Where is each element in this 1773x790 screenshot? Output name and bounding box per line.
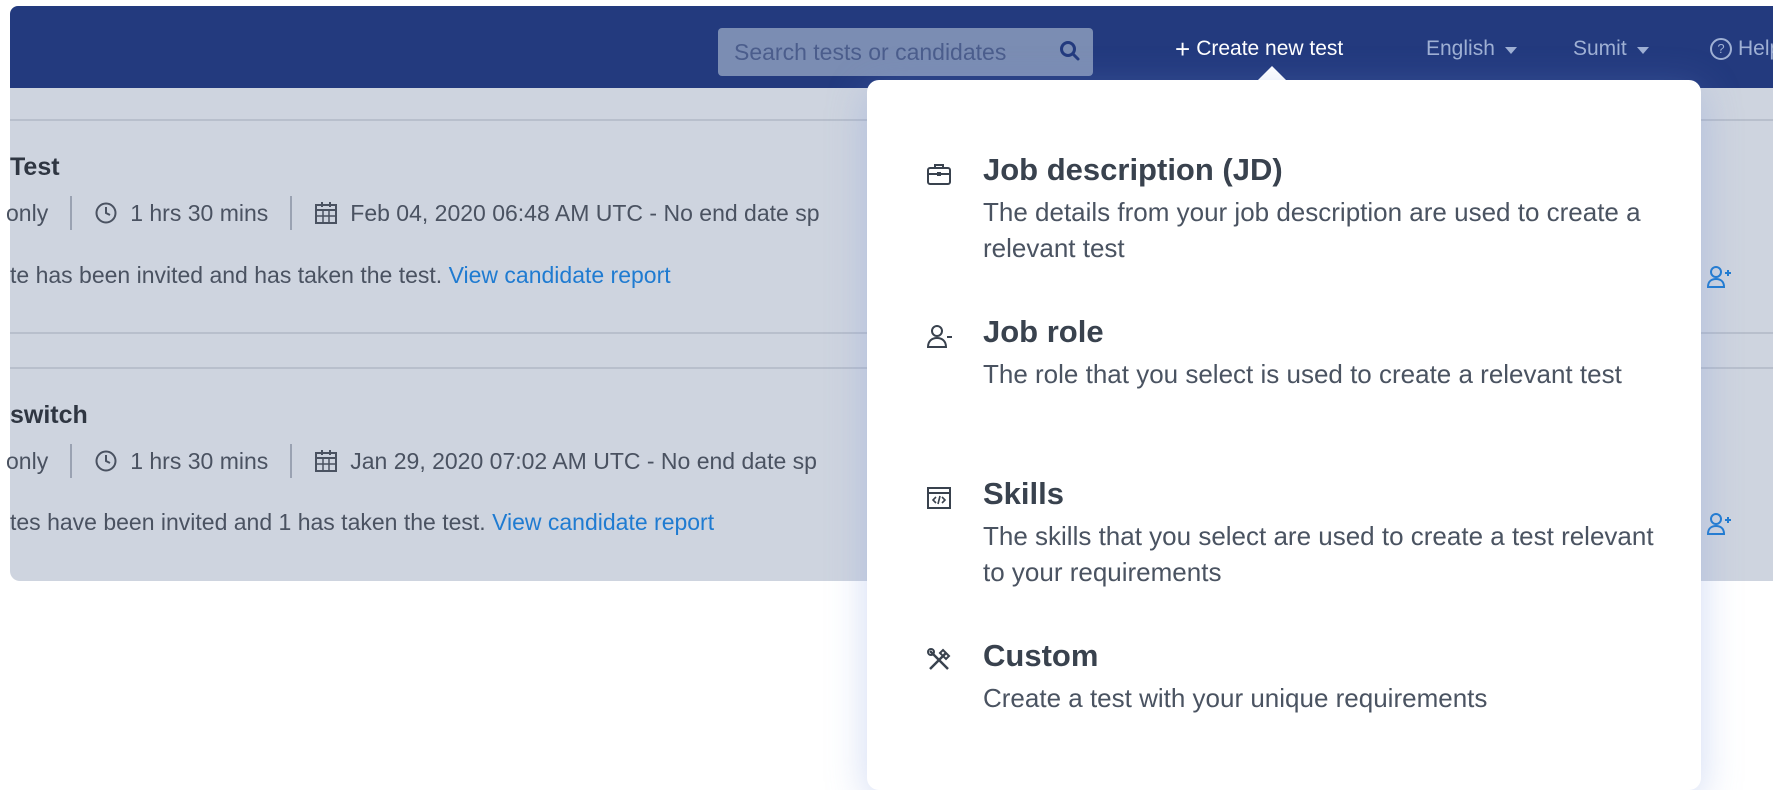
clock-icon <box>95 450 117 472</box>
language-label: English <box>1426 37 1495 60</box>
user-name: Sumit <box>1573 37 1627 60</box>
language-dropdown[interactable]: English <box>1426 37 1517 61</box>
create-test-dropdown: Job description (JD) The details from yo… <box>867 80 1701 790</box>
test-status: te has been invited and has taken the te… <box>10 262 671 289</box>
plus-icon: + <box>1175 34 1191 64</box>
test-access: only <box>6 199 49 226</box>
option-job-description[interactable]: Job description (JD) The details from yo… <box>867 152 1701 272</box>
help-label: Help <box>1738 37 1773 60</box>
chevron-down-icon <box>1504 46 1517 54</box>
test-access: only <box>6 447 49 474</box>
option-title: Skills <box>983 476 1064 511</box>
option-job-role[interactable]: Job role The role that you select is use… <box>867 314 1701 434</box>
search-icon[interactable] <box>1059 40 1081 62</box>
option-skills[interactable]: Skills The skills that you select are us… <box>867 476 1701 596</box>
separator <box>290 196 293 230</box>
test-title[interactable]: Test <box>10 153 60 182</box>
chevron-down-icon <box>1636 46 1649 54</box>
view-candidate-report-link[interactable]: View candidate report <box>449 262 671 288</box>
create-new-test-label: Create new test <box>1196 37 1344 60</box>
option-description: Create a test with your unique requireme… <box>983 683 1488 713</box>
add-user-icon[interactable] <box>1704 263 1732 291</box>
user-menu[interactable]: Sumit <box>1573 37 1649 61</box>
test-schedule: Feb 04, 2020 06:48 AM UTC - No end date … <box>350 199 820 226</box>
option-custom[interactable]: Custom Create a test with your unique re… <box>867 638 1701 728</box>
clock-icon <box>95 202 117 224</box>
test-meta: only 1 hrs 30 mins Jan 29, 2020 07:02 AM… <box>6 444 817 478</box>
calendar-icon <box>315 202 338 224</box>
code-window-icon <box>927 487 951 509</box>
separator <box>70 444 73 478</box>
create-new-test-button[interactable]: + Create new test <box>1175 34 1344 64</box>
test-meta: only 1 hrs 30 mins Feb 04, 2020 06:48 AM… <box>6 196 820 230</box>
option-title: Custom <box>983 638 1099 673</box>
briefcase-icon <box>927 164 951 185</box>
view-candidate-report-link[interactable]: View candidate report <box>492 509 714 535</box>
help-icon: ? <box>1710 38 1732 60</box>
test-duration: 1 hrs 30 mins <box>130 447 269 474</box>
option-title: Job role <box>983 314 1104 349</box>
separator <box>290 444 293 478</box>
test-status: tes have been invited and 1 has taken th… <box>10 509 714 536</box>
user-role-icon <box>926 325 952 348</box>
top-navbar: Search tests or candidates + Create new … <box>10 6 1773 88</box>
test-duration: 1 hrs 30 mins <box>130 199 269 226</box>
test-status-text: tes have been invited and 1 has taken th… <box>10 509 486 535</box>
separator <box>70 196 73 230</box>
help-link[interactable]: ? Help <box>1710 37 1773 61</box>
option-description: The details from your job description ar… <box>983 197 1641 263</box>
option-title: Job description (JD) <box>983 152 1283 187</box>
test-title[interactable]: switch <box>10 401 88 430</box>
add-user-icon[interactable] <box>1704 510 1732 538</box>
search-box[interactable]: Search tests or candidates <box>718 28 1093 76</box>
tools-icon <box>927 648 951 670</box>
test-schedule: Jan 29, 2020 07:02 AM UTC - No end date … <box>350 447 817 474</box>
test-status-text: te has been invited and has taken the te… <box>10 262 443 288</box>
search-input[interactable]: Search tests or candidates <box>734 39 1006 66</box>
option-description: The skills that you select are used to c… <box>983 521 1654 587</box>
calendar-icon <box>315 450 338 472</box>
option-description: The role that you select is used to crea… <box>983 359 1622 389</box>
